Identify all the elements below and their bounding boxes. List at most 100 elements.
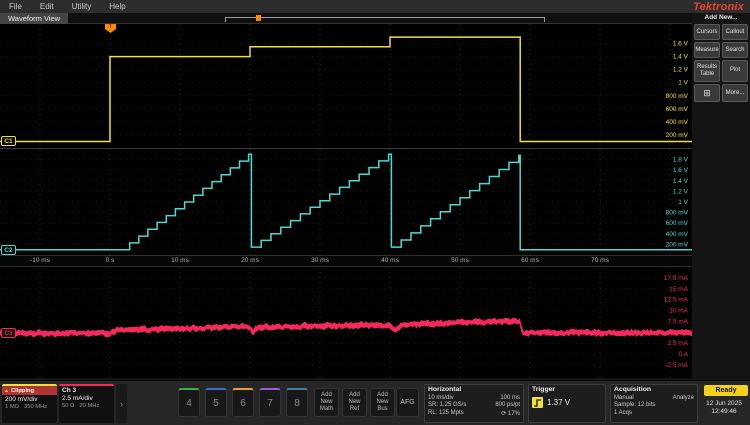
channel1-badge[interactable]: ▲ Clipping 200 mV/div 1 MΩ 350 MHz xyxy=(2,384,57,423)
channel7-button[interactable]: 7 xyxy=(259,388,281,417)
results-table-button[interactable]: Results Table xyxy=(694,60,720,82)
y-axis-label-c3: -2.5 mA xyxy=(665,362,688,369)
channel-indicator-c3[interactable]: C3 xyxy=(1,328,16,338)
trace-c3 xyxy=(0,317,692,338)
horizontal-title: Horizontal xyxy=(428,386,462,393)
menu-bar: File Edit Utility Help Tektronix xyxy=(0,0,750,13)
y-axis-label-c3: 5 mA xyxy=(673,329,689,336)
channel3-badge[interactable]: Ch 3 2.5 mA/div 50 Ω 20 MHz xyxy=(59,384,114,423)
keypad-button[interactable]: ⊞ xyxy=(694,83,720,103)
channel1-scale: 200 mV/div xyxy=(5,396,38,403)
trigger-source-icon xyxy=(532,397,543,408)
tab-strip: Waveform View xyxy=(0,13,692,24)
add-new-ref-button[interactable]: Add New Ref xyxy=(342,388,367,417)
y-axis-label-c2: 800 mV xyxy=(666,210,689,217)
y-axis-label-c1: 1.2 V xyxy=(673,67,689,74)
menu-help[interactable]: Help xyxy=(100,0,134,13)
y-axis-label-c3: 10 mA xyxy=(669,308,688,315)
waveform-view-tab[interactable]: Waveform View xyxy=(0,13,69,24)
add-new-math-button[interactable]: Add New Math xyxy=(314,388,339,417)
y-axis-label-c2: 400 mV xyxy=(666,231,689,238)
channel-indicator-c1[interactable]: C1 xyxy=(1,136,16,146)
y-axis-label-c1: 1 V xyxy=(678,80,688,87)
menu-items: File Edit Utility Help xyxy=(0,0,135,13)
x-tick-label: 20 ms xyxy=(241,257,259,264)
add-new-bus-button[interactable]: Add New Bus xyxy=(370,388,395,417)
channel3-bandwidth: 20 MHz xyxy=(79,403,100,409)
channel8-button[interactable]: 8 xyxy=(286,388,308,417)
y-axis-label-c3: 7.5 mA xyxy=(667,318,688,325)
callout-button[interactable]: Callout xyxy=(722,24,748,40)
compress-icon: ⟳ xyxy=(501,410,507,417)
trigger-badge[interactable]: Trigger 1.37 V xyxy=(528,384,606,423)
menu-utility[interactable]: Utility xyxy=(63,0,101,13)
channel4-button[interactable]: 4 xyxy=(178,388,200,417)
y-axis-label-c3: 15 mA xyxy=(669,286,688,293)
sidebar-buttons: Cursors Callout Measure Search Results Table… xyxy=(694,24,748,103)
y-axis-label-c1: 800 mV xyxy=(666,93,689,100)
x-tick-label: 40 ms xyxy=(381,257,399,264)
horizontal-percent: 17% xyxy=(507,410,520,417)
acquisition-count: 1 Acqs xyxy=(614,409,633,416)
slice-c1[interactable]: 1.6 V 1.4 V 1.2 V 1 V 800 mV 600 mV 400 mV 200 … xyxy=(0,24,692,148)
channel-indicator-c2[interactable]: C2 xyxy=(1,245,16,255)
right-panel: Add New... Cursors Callout Measure Search Re… xyxy=(694,14,748,103)
x-tick-label: 30 ms xyxy=(311,257,329,264)
plot-button[interactable]: Plot xyxy=(722,60,748,82)
badge-scroll-chevron[interactable]: › xyxy=(116,384,127,423)
horizontal-window: 100 ms xyxy=(500,394,520,401)
x-tick-label: 70 ms xyxy=(591,257,609,264)
more-button[interactable]: More... xyxy=(722,83,748,103)
y-axis-label-c2: 1.4 V xyxy=(673,178,689,185)
search-button[interactable]: Search xyxy=(722,42,748,58)
channel6-button[interactable]: 6 xyxy=(232,388,254,417)
y-axis-label-c1: 400 mV xyxy=(666,119,689,126)
trigger-title: Trigger xyxy=(532,386,556,393)
y-axis-label-c3: 12.5 mA xyxy=(664,297,689,304)
horizontal-badge[interactable]: Horizontal 10 ms/div 100 ms SR: 1.25 GS/… xyxy=(424,384,524,423)
menu-file[interactable]: File xyxy=(0,0,31,13)
channel5-button[interactable]: 5 xyxy=(205,388,227,417)
acquisition-badge[interactable]: Acquisition Manual Analyze Sample: 12 bi… xyxy=(610,384,698,423)
tektronix-logo: Tektronix xyxy=(693,0,744,13)
y-axis-label-c2: 200 mV xyxy=(666,241,689,248)
horizontal-record-length: RL: 125 Mpts xyxy=(428,409,464,416)
warning-icon: ▲ xyxy=(4,387,9,394)
measure-button[interactable]: Measure xyxy=(694,42,720,58)
settings-bar: ▲ Clipping 200 mV/div 1 MΩ 350 MHz Ch 3 … xyxy=(0,380,750,425)
y-axis-label-c1: 600 mV xyxy=(666,106,689,113)
channel-buttons: 45678 xyxy=(178,388,308,417)
x-tick-label: 60 ms xyxy=(521,257,539,264)
menu-edit[interactable]: Edit xyxy=(31,0,63,13)
y-axis-label-c3: 0 A xyxy=(679,351,689,358)
clipping-label: Clipping xyxy=(10,387,35,394)
horizontal-scale: 10 ms/div xyxy=(428,394,454,401)
record-view-bracket xyxy=(225,15,545,22)
acquisition-mode: Manual xyxy=(614,394,634,401)
y-axis-label-c1: 1.6 V xyxy=(673,41,689,48)
slice-c3[interactable]: 17.5 mA 15 mA 12.5 mA 10 mA 7.5 mA 5 mA 2.5 mA… xyxy=(0,267,692,378)
y-axis-label-c2: 1.6 V xyxy=(673,167,689,174)
cursors-button[interactable]: Cursors xyxy=(694,24,720,40)
add-new-header: Add New... xyxy=(704,14,738,21)
channel3-name: Ch 3 xyxy=(62,387,77,394)
x-tick-label: 0 s xyxy=(105,257,115,264)
waveform-view[interactable]: -10 ms 0 s 10 ms 20 ms 30 ms 40 ms 50 ms 60 ms 7… xyxy=(0,24,692,378)
x-tick-label: 10 ms xyxy=(171,257,189,264)
acquisition-sample: Sample: 12 bits xyxy=(614,402,656,408)
y-axis-label-c1: 1.4 V xyxy=(673,54,689,61)
y-axis-label-c2: 1.2 V xyxy=(673,188,689,195)
record-view-trigger-marker xyxy=(256,15,261,21)
acquisition-title: Acquisition xyxy=(614,386,652,393)
x-tick-label: -10 ms xyxy=(30,257,50,264)
slice-c2[interactable]: 1.8 V 1.6 V 1.4 V 1.2 V 1 V 800 mV 600 mV 400 m… xyxy=(0,149,692,255)
channel3-termination: 50 Ω xyxy=(62,403,75,409)
clipping-warning: ▲ Clipping xyxy=(2,386,57,395)
channel1-termination: 1 MΩ xyxy=(5,404,19,410)
afg-button[interactable]: AFG xyxy=(396,388,419,417)
time-label: 12:49:46 xyxy=(711,408,737,416)
x-tick-label: 50 ms xyxy=(451,257,469,264)
y-axis-label-c2: 1 V xyxy=(678,199,688,206)
acquisition-analyze: Analyze xyxy=(672,394,694,401)
y-axis-label-c3: 2.5 mA xyxy=(667,340,688,347)
